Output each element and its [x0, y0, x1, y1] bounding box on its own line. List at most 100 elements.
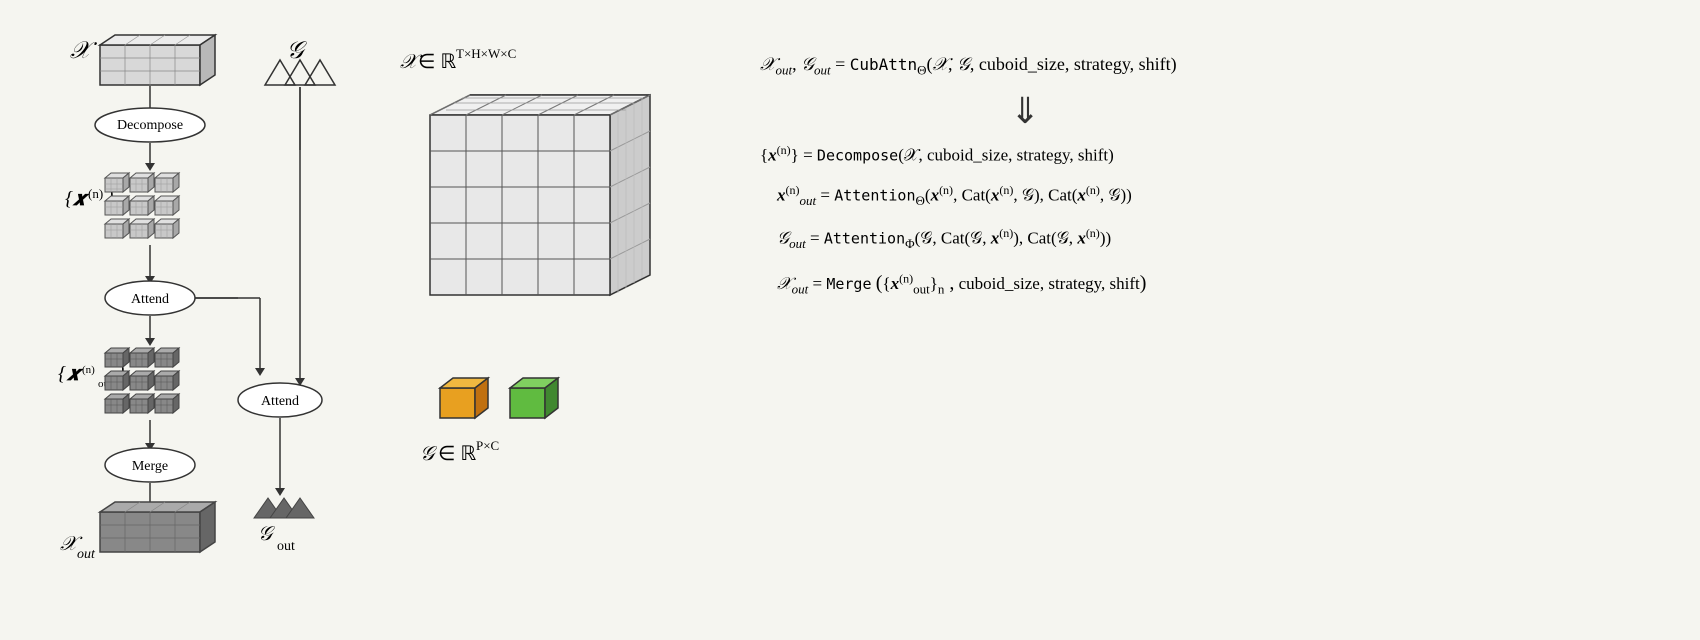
eq4-phi-sub: Φ: [905, 236, 915, 251]
equation-1: 𝒳out, 𝒢out = CubAttnΘ(𝒳, 𝒢, cuboid_size,…: [760, 50, 1660, 81]
flow-diagram-svg: 𝒳 Decompose: [40, 30, 360, 630]
xout-sub-label: out: [77, 547, 96, 562]
decompose-label: Decompose: [117, 118, 183, 133]
middle-panel: 𝒳 ∈ ℝ T×H×W×C: [380, 30, 720, 610]
eq1-xout-sub: out: [775, 63, 792, 78]
eq5-xout: 𝒳: [777, 274, 792, 293]
attend-G-label: Attend: [261, 394, 299, 409]
left-panel: 𝒳 Decompose: [40, 30, 360, 610]
tri-outline-3: [305, 60, 335, 85]
eq2-n-sup: (n): [777, 143, 791, 157]
xout-n-sup: (n): [82, 364, 95, 376]
eq4-close: ), Cat(𝒢,: [1013, 229, 1077, 248]
eq3-eq: =: [816, 186, 834, 205]
eq5-close-brace: }: [930, 274, 938, 293]
eq5-xout-bold: x: [891, 274, 900, 293]
eq4-out-sub: out: [789, 236, 806, 251]
eq3-x-bold: x: [777, 186, 786, 205]
G-arrow-xn-head: [255, 368, 265, 376]
Gout-label: 𝒢: [258, 523, 276, 545]
hollow-down-arrow: ⇓: [1010, 93, 1660, 129]
green-cube: [510, 378, 558, 418]
eq3-n-sup3: (n): [999, 183, 1013, 197]
tensor-front-face: [430, 115, 610, 295]
eq4-gout: 𝒢: [777, 229, 789, 248]
eq3-n-sup4: (n): [1086, 183, 1100, 197]
eq4-open: (𝒢, Cat(𝒢,: [915, 229, 991, 248]
small-cube-33: [155, 219, 179, 238]
eq5-close-paren: ): [1140, 272, 1147, 294]
eq2-args: (𝒳, cuboid_size, strategy, shift): [898, 146, 1114, 165]
eq2-open-brace: {: [760, 146, 768, 165]
xout-brace-open: {: [58, 363, 66, 385]
eq1-g: 𝒢: [957, 54, 970, 74]
eq3-comma-g: , 𝒢), Cat(: [1013, 186, 1077, 205]
equation-4: 𝒢out = AttentionΦ(𝒢, Cat(𝒢, x(n)), Cat(𝒢…: [760, 224, 1660, 255]
eq3-close: , 𝒢)): [1100, 186, 1132, 205]
eq5-merge: Merge: [826, 275, 871, 293]
eq5-rest: cuboid_size, strategy, shift: [954, 274, 1139, 293]
tensor-right-face: [610, 95, 650, 295]
equation-2: {x(n)} = Decompose(𝒳, cuboid_size, strat…: [760, 141, 1660, 169]
G-formula-label: 𝒢: [420, 443, 438, 465]
arrow2-head: [145, 163, 155, 171]
eq1-comma1: ,: [792, 54, 801, 74]
eq3-out-sub: out: [800, 193, 817, 208]
eq5-out-sub2: out: [913, 281, 930, 296]
eq1-rest: , cuboid_size, strategy, shift): [970, 54, 1177, 74]
small-cube-23: [155, 196, 179, 215]
xn-label: {: [65, 188, 73, 210]
eq4-n-sup: (n): [999, 226, 1013, 240]
Gout-sub: out: [277, 539, 295, 554]
eq5-out-sub: out: [792, 281, 809, 296]
right-panel: 𝒳out, 𝒢out = CubAttnΘ(𝒳, 𝒢, cuboid_size,…: [740, 30, 1660, 310]
eq1-comma2: ,: [948, 54, 957, 74]
eq5-n-sup: (n): [899, 271, 913, 285]
equation-3: x(n)out = AttentionΘ(x(n), Cat(x(n), 𝒢),…: [760, 181, 1660, 212]
orange-cube: [440, 378, 488, 418]
eq1-xout: 𝒳: [760, 54, 775, 74]
G-arrow2-head: [275, 488, 285, 496]
G-in-label: ∈ ℝ: [438, 443, 476, 465]
eq2-x-bold: x: [768, 146, 777, 165]
small-cube-31: [105, 219, 129, 238]
main-container: 𝒳 Decompose: [10, 10, 1690, 630]
xn-n-label: (n): [88, 186, 103, 201]
eq1-cubattn: CubAttn: [850, 55, 917, 74]
arrow4-head: [145, 338, 155, 346]
eq4-n-sup2: (n): [1086, 226, 1100, 240]
eq3-xn: x: [931, 186, 940, 205]
eq2-close-brace: } =: [791, 146, 817, 165]
eq3-theta-sub: Θ: [916, 193, 925, 208]
eq1-theta: Θ: [917, 63, 926, 78]
eq1-x: 𝒳: [933, 54, 948, 74]
G-exp-label: P×C: [476, 438, 499, 453]
eq5-open-brace: {: [882, 274, 890, 293]
eq3-xn3: x: [1077, 186, 1086, 205]
eq1-gout-sub: out: [814, 63, 831, 78]
eq1-gout: 𝒢: [801, 54, 814, 74]
dark-cubes-cluster: [105, 348, 179, 413]
small-cube-32: [130, 219, 154, 238]
eq2-decompose: Decompose: [817, 147, 898, 165]
equation-5: 𝒳out = Merge ({x(n)out}n , cuboid_size, …: [760, 267, 1660, 300]
eq3-n-sup2: (n): [939, 183, 953, 197]
small-cube-22: [130, 196, 154, 215]
eq4-xn: x: [991, 229, 1000, 248]
merge-label: Merge: [132, 459, 168, 474]
small-cube-12: [130, 173, 154, 192]
eq3-comma1: , Cat(: [953, 186, 991, 205]
eq4-eq: =: [806, 229, 824, 248]
eq4-attention: Attention: [824, 230, 905, 248]
small-cube-13: [155, 173, 179, 192]
small-cube-21: [105, 196, 129, 215]
eq5-close-paren-big: ,: [944, 272, 954, 294]
eq1-eq: =: [831, 54, 850, 74]
small-cube-11: [105, 173, 129, 192]
eq5-eq: =: [808, 274, 826, 293]
x-label: 𝒳: [70, 38, 98, 64]
mid-title-exp: T×H×W×C: [456, 46, 516, 61]
eq4-xn2: x: [1077, 229, 1086, 248]
mid-title-in: ∈ ℝ: [418, 51, 456, 73]
G-label: 𝒢: [286, 38, 307, 64]
